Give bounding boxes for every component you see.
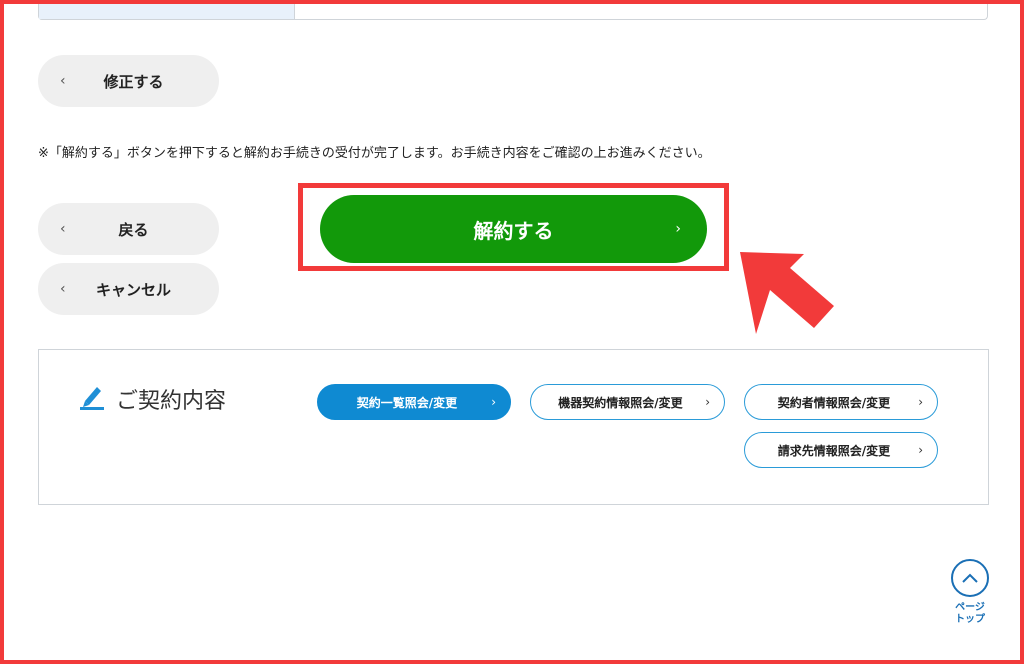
contract-panel (38, 349, 989, 505)
billing-info-link[interactable]: 請求先情報照会/変更 › (744, 432, 938, 468)
chevron-left-icon: ‹ (60, 221, 66, 237)
page-top-button[interactable]: ページ トップ (948, 559, 992, 626)
device-contract-link[interactable]: 機器契約情報照会/変更 › (530, 384, 725, 420)
chevron-right-icon: › (491, 395, 496, 409)
previous-table-bottom (38, 0, 988, 20)
chevron-left-icon: ‹ (60, 281, 66, 297)
page-top-label: ページ トップ (948, 602, 992, 626)
page-top-line2: トップ (955, 614, 985, 625)
link-label: 請求先情報照会/変更 (777, 443, 891, 458)
pointer-arrow-icon (740, 252, 834, 334)
chevron-right-icon: › (918, 395, 923, 409)
page-top-line1: ページ (955, 602, 985, 613)
cancel-button[interactable]: ‹ キャンセル (38, 263, 219, 315)
back-button[interactable]: ‹ 戻る (38, 203, 219, 255)
chevron-up-icon (951, 559, 989, 597)
contract-panel-title-text: ご契約内容 (116, 389, 227, 414)
link-label: 機器契約情報照会/変更 (558, 395, 683, 410)
chevron-right-icon: › (918, 443, 923, 457)
contract-list-link[interactable]: 契約一覧照会/変更 › (317, 384, 511, 420)
cancel-contract-label: 解約する (473, 218, 554, 243)
link-label: 契約一覧照会/変更 (356, 395, 458, 410)
pencil-icon (80, 382, 104, 416)
contractor-info-link[interactable]: 契約者情報照会/変更 › (744, 384, 938, 420)
table-header-cell (39, 0, 295, 19)
chevron-right-icon: › (705, 395, 710, 409)
chevron-right-icon: › (675, 221, 681, 237)
cancellation-notice: ※「解約する」ボタンを押下すると解約お手続きの受付が完了します。お手続き内容をご… (38, 146, 711, 161)
cancel-contract-button[interactable]: 解約する › (320, 195, 707, 263)
chevron-left-icon: ‹ (60, 73, 66, 89)
edit-button[interactable]: ‹ 修正する (38, 55, 219, 107)
contract-panel-title: ご契約内容 (80, 382, 226, 416)
link-label: 契約者情報照会/変更 (777, 395, 891, 410)
